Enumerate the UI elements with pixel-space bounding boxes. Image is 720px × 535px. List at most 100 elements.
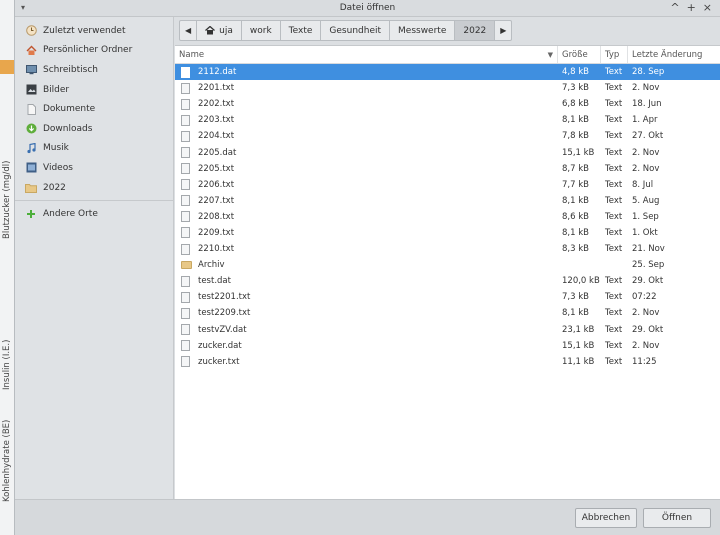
dialog-titlebar: ▾ Datei öffnen ^ + ×: [15, 0, 720, 17]
file-name: 2208.txt: [198, 211, 235, 222]
file-size: 8,1 kB: [562, 195, 589, 206]
text-file-icon: [181, 324, 190, 336]
file-name-cell: 2206.txt: [175, 179, 558, 191]
text-file-icon: [181, 291, 190, 303]
path-crumb-work[interactable]: work: [241, 20, 281, 41]
file-row[interactable]: 2207.txt 8,1 kB Text 5. Aug: [175, 193, 720, 209]
column-header-size[interactable]: Größe: [558, 46, 601, 63]
recent-icon: [25, 25, 37, 37]
file-row[interactable]: 2202.txt 6,8 kB Text 18. Jun: [175, 96, 720, 112]
path-back-button[interactable]: ◀: [179, 20, 198, 41]
sidebar-item-downloads[interactable]: Downloads: [15, 119, 173, 139]
file-row[interactable]: 2206.txt 7,7 kB Text 8. Jul: [175, 177, 720, 193]
file-modified: 1. Sep: [632, 211, 659, 222]
file-name-cell: Archiv: [175, 260, 558, 270]
file-modified: 21. Nov: [632, 244, 665, 255]
file-size: 7,8 kB: [562, 131, 589, 142]
folder-icon: [25, 182, 37, 194]
sidebar-item-label: Musik: [43, 143, 69, 154]
sidebar-item-pictures[interactable]: Bilder: [15, 80, 173, 100]
file-name: test2209.txt: [198, 308, 251, 319]
file-name: 2207.txt: [198, 195, 235, 206]
cancel-button[interactable]: Abbrechen: [575, 508, 637, 528]
file-row[interactable]: 2203.txt 8,1 kB Text 1. Apr: [175, 112, 720, 128]
path-crumb-label: uja: [219, 25, 233, 36]
maximize-button[interactable]: +: [687, 1, 696, 14]
file-name: 2202.txt: [198, 99, 235, 110]
file-name-cell: 2201.txt: [175, 82, 558, 94]
file-row[interactable]: 2204.txt 7,8 kB Text 27. Okt: [175, 128, 720, 144]
file-row[interactable]: test2209.txt 8,1 kB Text 2. Nov: [175, 305, 720, 321]
file-name-cell: zucker.dat: [175, 340, 558, 352]
file-row[interactable]: test2201.txt 7,3 kB Text 07:22: [175, 289, 720, 305]
sidebar-item-home[interactable]: Persönlicher Ordner: [15, 41, 173, 61]
file-size: 8,1 kB: [562, 115, 589, 126]
close-button[interactable]: ×: [703, 1, 712, 14]
sidebar-item-label: Dokumente: [43, 104, 96, 115]
file-row[interactable]: 2209.txt 8,1 kB Text 1. Okt: [175, 225, 720, 241]
file-row[interactable]: 2112.dat 4,8 kB Text 28. Sep: [175, 64, 720, 81]
text-file-icon: [181, 227, 190, 239]
file-size: 8,1 kB: [562, 308, 589, 319]
path-crumb-gesundheit[interactable]: Gesundheit: [321, 20, 391, 41]
file-name-cell: 2209.txt: [175, 227, 558, 239]
file-name-cell: test2201.txt: [175, 291, 558, 303]
sidebar-item-documents[interactable]: Dokumente: [15, 99, 173, 119]
text-file-icon: [181, 163, 190, 175]
text-file-icon: [181, 340, 190, 352]
file-row[interactable]: 2210.txt 8,3 kB Text 21. Nov: [175, 241, 720, 257]
dialog-title: Datei öffnen: [339, 3, 396, 13]
file-row[interactable]: zucker.dat 15,1 kB Text 2. Nov: [175, 338, 720, 354]
sidebar-item-label: Andere Orte: [43, 209, 98, 220]
file-type: Text: [605, 356, 623, 367]
sidebar-item-2022[interactable]: 2022: [15, 178, 173, 198]
file-modified: 2. Nov: [632, 308, 660, 319]
text-file-icon: [181, 82, 190, 94]
file-size: 7,7 kB: [562, 179, 589, 190]
open-button[interactable]: Öffnen: [643, 508, 711, 528]
file-type: Text: [605, 276, 623, 287]
file-size: 15,1 kB: [562, 147, 595, 158]
file-size: 15,1 kB: [562, 340, 595, 351]
sidebar-item-label: Persönlicher Ordner: [43, 45, 133, 56]
text-file-icon: [181, 66, 190, 78]
column-header-modified[interactable]: Letzte Änderung: [628, 46, 720, 63]
sidebar-item-music[interactable]: Musik: [15, 139, 173, 159]
file-size: 8,3 kB: [562, 244, 589, 255]
text-file-icon: [181, 147, 190, 159]
folder-row[interactable]: Archiv 25. Sep: [175, 257, 720, 273]
places-sidebar: Zuletzt verwendet Persönlicher Ordner Sc…: [15, 17, 174, 499]
file-modified: 29. Okt: [632, 324, 664, 335]
column-header-type[interactable]: Typ: [601, 46, 628, 63]
minimize-button[interactable]: ^: [670, 1, 679, 14]
path-crumb-texte[interactable]: Texte: [280, 20, 322, 41]
file-name-cell: 2208.txt: [175, 211, 558, 223]
pictures-icon: [25, 84, 37, 96]
sidebar-item-label: Bilder: [43, 84, 70, 95]
file-row[interactable]: 2205.dat 15,1 kB Text 2. Nov: [175, 144, 720, 160]
sidebar-item-videos[interactable]: Videos: [15, 158, 173, 178]
file-row[interactable]: test.dat 120,0 kB Text 29. Okt: [175, 273, 720, 289]
file-row[interactable]: 2205.txt 8,7 kB Text 2. Nov: [175, 161, 720, 177]
text-file-icon: [181, 356, 190, 368]
file-type: Text: [605, 131, 623, 142]
file-modified: 5. Aug: [632, 195, 660, 206]
file-name: 2204.txt: [198, 131, 235, 142]
path-crumb-2022[interactable]: 2022: [455, 20, 496, 41]
file-size: 7,3 kB: [562, 292, 589, 303]
column-header-name[interactable]: Name ▼: [175, 46, 558, 63]
file-row[interactable]: zucker.txt 11,1 kB Text 11:25: [175, 354, 720, 370]
sidebar-item-desktop[interactable]: Schreibtisch: [15, 60, 173, 80]
file-size: 8,6 kB: [562, 211, 589, 222]
file-row[interactable]: testvZV.dat 23,1 kB Text 29. Okt: [175, 322, 720, 338]
file-modified: 27. Okt: [632, 131, 664, 142]
music-icon: [25, 142, 37, 154]
file-row[interactable]: 2201.txt 7,3 kB Text 2. Nov: [175, 80, 720, 96]
file-modified: 8. Jul: [632, 179, 654, 190]
path-crumb-home[interactable]: uja: [197, 20, 242, 41]
path-forward-button[interactable]: ▶: [495, 20, 513, 41]
sidebar-item-other-locations[interactable]: Andere Orte: [15, 204, 173, 224]
sidebar-item-recent[interactable]: Zuletzt verwendet: [15, 21, 173, 41]
file-row[interactable]: 2208.txt 8,6 kB Text 1. Sep: [175, 209, 720, 225]
path-crumb-messwerte[interactable]: Messwerte: [390, 20, 456, 41]
